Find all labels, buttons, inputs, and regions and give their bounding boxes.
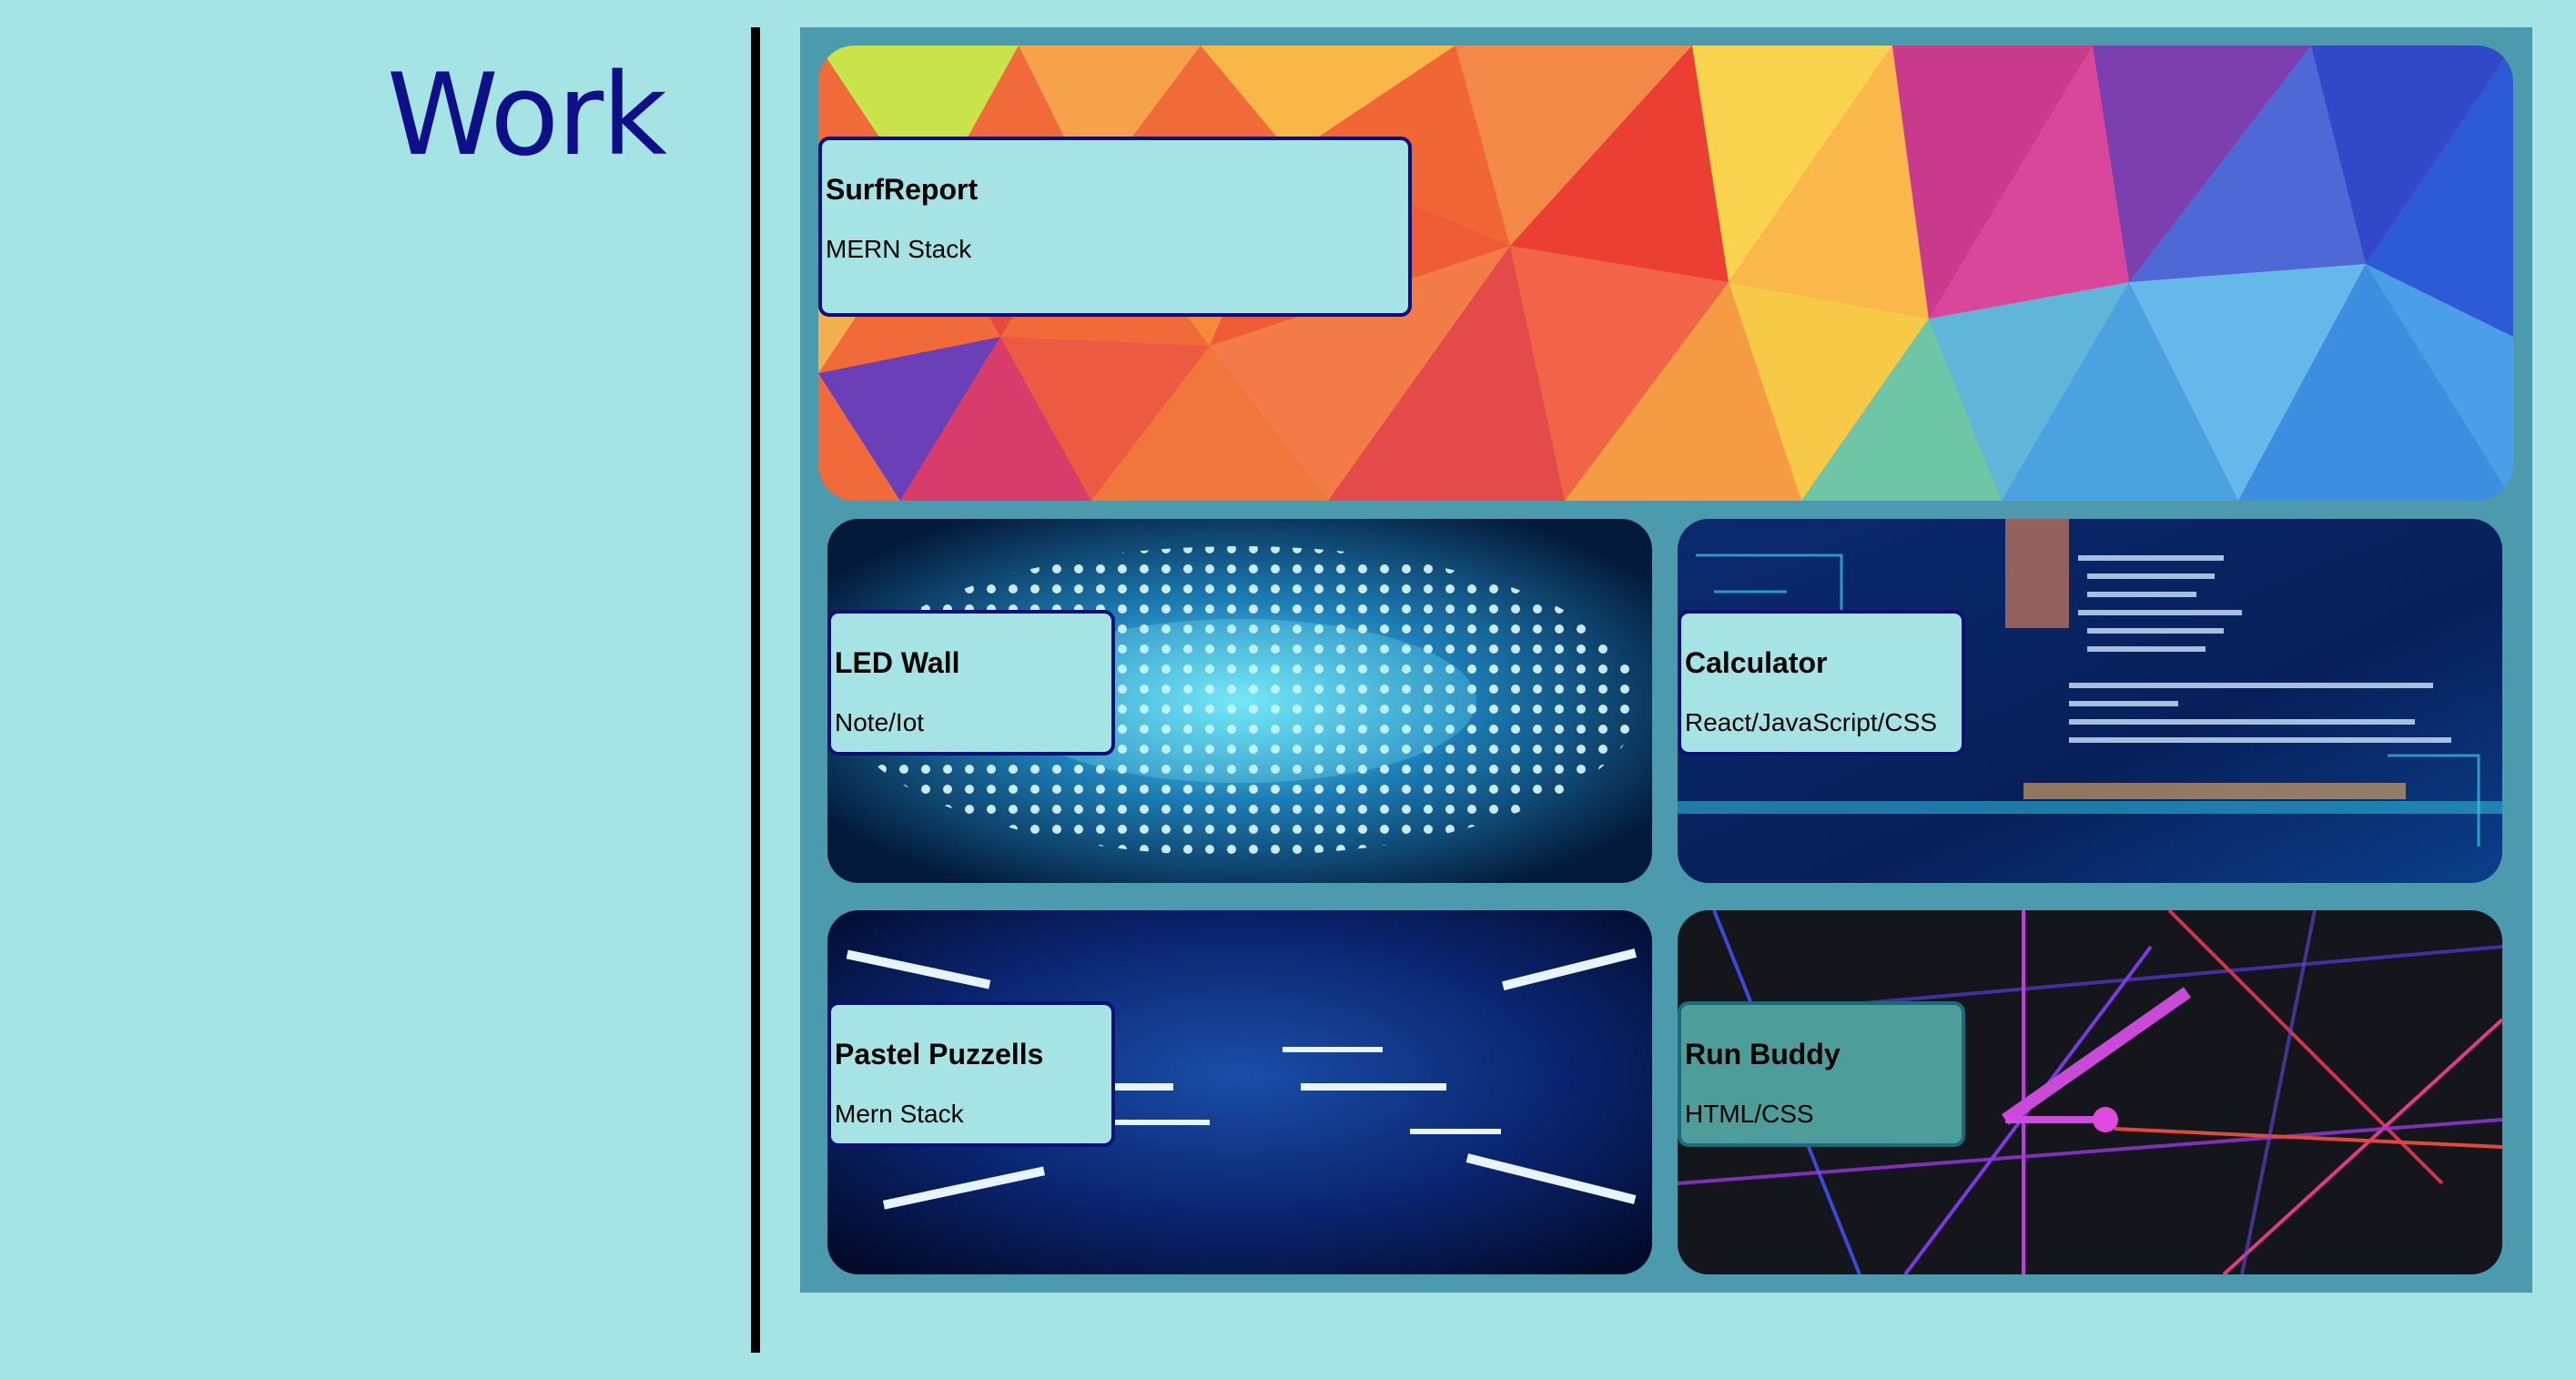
project-label: SurfReport MERN Stack <box>818 137 1412 317</box>
project-stack: MERN Stack <box>826 235 972 263</box>
project-title: Run Buddy <box>1685 1038 1841 1071</box>
project-stack: Note/Iot <box>835 708 925 736</box>
project-stack: Mern Stack <box>835 1100 964 1128</box>
project-title: Pastel Puzzells <box>835 1038 1044 1071</box>
project-label: LED Wall Note/Iot <box>827 610 1115 756</box>
vertical-divider <box>751 27 760 1353</box>
project-title: SurfReport <box>826 173 979 206</box>
project-card-led-wall[interactable]: LED Wall Note/Iot <box>827 519 1652 883</box>
project-stack: React/JavaScript/CSS <box>1685 708 1937 736</box>
project-title: LED Wall <box>835 646 960 679</box>
project-label: Calculator React/JavaScript/CSS <box>1678 610 1965 756</box>
project-label: Run Buddy HTML/CSS <box>1678 1001 1965 1147</box>
page-title: Work <box>387 50 667 181</box>
project-title: Calculator <box>1685 646 1828 679</box>
project-card-pastel-puzzells[interactable]: Pastel Puzzells Mern Stack <box>827 910 1652 1274</box>
project-card-surfreport[interactable]: SurfReport MERN Stack <box>818 46 2513 501</box>
project-card-calculator[interactable]: Calculator React/JavaScript/CSS <box>1678 519 2502 883</box>
project-card-run-buddy[interactable]: Run Buddy HTML/CSS <box>1678 910 2502 1274</box>
project-grid: SurfReport MERN Stack LED Wall Note/Iot … <box>800 27 2532 1293</box>
project-stack: HTML/CSS <box>1685 1100 1814 1128</box>
project-label: Pastel Puzzells Mern Stack <box>827 1001 1115 1147</box>
